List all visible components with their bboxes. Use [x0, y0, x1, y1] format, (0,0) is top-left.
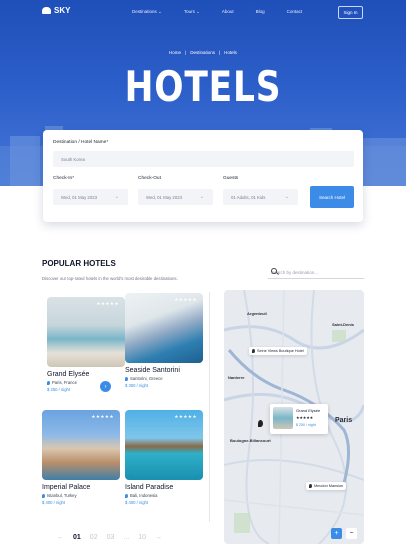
- map-label-saint-denis: Saint-Denis: [332, 322, 355, 327]
- checkin-label: Check-In*: [53, 176, 75, 181]
- section-title: POPULAR HOTELS: [42, 259, 116, 268]
- hotel-card[interactable]: ★★★★★ Imperial Palace Istanbul, Turkey $…: [42, 410, 120, 505]
- hotel-name[interactable]: Seaside Santorini: [125, 367, 203, 374]
- search-hotel-button[interactable]: Search Hotel: [310, 186, 354, 208]
- location-pin-icon: [47, 380, 50, 385]
- hotel-price: $ 400 / night: [42, 500, 66, 505]
- map-marker-seine-views[interactable]: Seine Views Boutique Hotel: [249, 347, 307, 355]
- menu-blog[interactable]: Blog: [256, 9, 265, 15]
- zoom-out-button[interactable]: −: [346, 528, 357, 539]
- hotel-name[interactable]: Island Paradise: [125, 484, 203, 491]
- hotel-card[interactable]: ★★★★★ Grand Elysée Paris, France $ 250 /…: [47, 297, 125, 392]
- hotel-image[interactable]: ★★★★★: [125, 410, 203, 480]
- page-10[interactable]: 10: [138, 534, 146, 541]
- zoom-in-button[interactable]: +: [331, 528, 342, 539]
- chevron-right-icon: ›: [104, 383, 107, 390]
- map-label-boulogne: Boulogne-Billancourt: [230, 438, 271, 443]
- destination-input[interactable]: South Korea: [53, 151, 354, 167]
- hotel-price: $ 400 / night: [125, 500, 149, 505]
- checkin-select[interactable]: Wed, 01 May 2023 ⌄: [53, 189, 128, 205]
- chevron-down-icon: ⌄: [284, 194, 289, 200]
- chevron-down-icon: ⌄: [114, 194, 119, 200]
- location-pin-icon: [252, 349, 255, 353]
- breadcrumb-current: Hotels: [224, 50, 237, 55]
- list-scrollbar-track[interactable]: [209, 292, 210, 522]
- section-subtitle: Discover our top-rated hotels in the wor…: [42, 276, 178, 281]
- chevron-down-icon: ⌄: [196, 9, 200, 14]
- hotel-name[interactable]: Grand Elysée: [47, 371, 125, 378]
- popup-price: $ 250 / night: [296, 423, 316, 427]
- checkout-select[interactable]: Wed, 01 May 2023 ⌄: [138, 189, 213, 205]
- destination-label: Destination / Hotel Name*: [53, 140, 109, 145]
- page-1[interactable]: 01: [73, 534, 81, 541]
- hotel-rating: ★★★★★: [174, 414, 197, 419]
- hotel-image[interactable]: ★★★★★: [47, 297, 125, 367]
- destination-search[interactable]: Search by destination...: [268, 267, 364, 279]
- chevron-down-icon: ⌄: [158, 9, 162, 14]
- hotel-name[interactable]: Imperial Palace: [42, 484, 120, 491]
- pagination: ← 01 02 03 ... 10 →: [57, 534, 162, 541]
- hotel-price: $ 250 / night: [47, 387, 71, 392]
- map-label-nanterre: Nanterre: [228, 375, 245, 380]
- menu-contact[interactable]: Contact: [287, 9, 303, 15]
- map-label-paris: Paris: [335, 417, 353, 424]
- hotel-rating: ★★★★★: [174, 297, 197, 302]
- map-marker-meudon[interactable]: Meudon Mansion: [306, 482, 347, 490]
- next-arrow-button[interactable]: ›: [100, 381, 111, 392]
- guests-select[interactable]: 01 Adults, 01 Kids ⌄: [223, 189, 298, 205]
- main-menu: Destinations ⌄ Tours ⌄ About Blog Contac…: [132, 9, 324, 15]
- location-pin-icon: [42, 493, 45, 498]
- map-hotel-popup[interactable]: Grand Elysée ★★★★★ $ 250 / night: [270, 404, 328, 434]
- hotel-location: Paris, France: [47, 380, 125, 385]
- page-2[interactable]: 02: [90, 534, 98, 541]
- hotel-rating: ★★★★★: [91, 414, 114, 419]
- top-nav: SKY Destinations ⌄ Tours ⌄ About Blog Co…: [0, 6, 406, 20]
- logo-icon: [42, 7, 51, 14]
- popup-thumbnail: [273, 407, 293, 429]
- page-3[interactable]: 03: [107, 534, 115, 541]
- menu-about[interactable]: About: [222, 9, 234, 15]
- page-title: HOTELS: [124, 62, 282, 111]
- hotel-image[interactable]: ★★★★★: [42, 410, 120, 480]
- prev-page-icon[interactable]: ←: [57, 534, 64, 541]
- hotel-location: Santorini, Greece: [125, 376, 203, 381]
- popup-hotel-name: Grand Elysée: [296, 408, 321, 413]
- next-page-icon[interactable]: →: [155, 534, 162, 541]
- hotel-rating: ★★★★★: [96, 301, 119, 306]
- map-label-argenteuil: Argenteuil: [247, 311, 267, 316]
- hotel-card[interactable]: ★★★★★ Island Paradise Bali, Indonesia $ …: [125, 410, 203, 505]
- chevron-down-icon: ⌄: [199, 194, 204, 200]
- hotel-search-form: Destination / Hotel Name* South Korea Ch…: [43, 130, 363, 222]
- map-pin-icon[interactable]: [258, 420, 263, 427]
- signin-button[interactable]: Sign In: [338, 6, 363, 19]
- hotel-location: Istanbul, Turkey: [42, 493, 120, 498]
- location-pin-icon: [309, 484, 312, 488]
- hotel-location: Bali, Indonesia: [125, 493, 203, 498]
- guests-label: Guests: [223, 176, 239, 181]
- logo[interactable]: SKY: [42, 6, 70, 15]
- menu-destinations[interactable]: Destinations ⌄: [132, 9, 162, 15]
- search-icon[interactable]: [271, 268, 277, 274]
- hotel-image[interactable]: ★★★★★: [125, 293, 203, 363]
- page-ellipsis: ...: [123, 534, 130, 541]
- location-pin-icon: [125, 376, 128, 381]
- breadcrumb-home[interactable]: Home: [169, 50, 181, 55]
- checkout-label: Check-Out: [138, 176, 161, 181]
- popup-rating: ★★★★★: [296, 416, 314, 420]
- menu-tours[interactable]: Tours ⌄: [184, 9, 200, 15]
- location-pin-icon: [125, 493, 128, 498]
- breadcrumb-destinations[interactable]: Destinations: [190, 50, 215, 55]
- breadcrumb: Home | Destinations | Hotels: [169, 50, 237, 55]
- hotel-card[interactable]: ★★★★★ Seaside Santorini Santorini, Greec…: [125, 293, 203, 388]
- hotel-price: $ 350 / night: [125, 383, 149, 388]
